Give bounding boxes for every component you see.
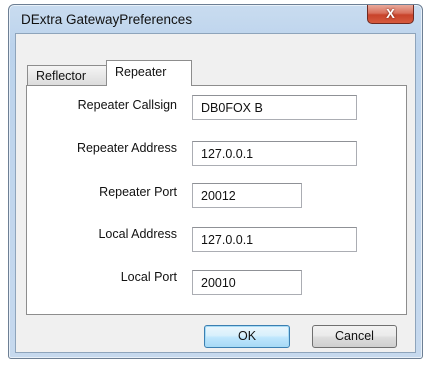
tab-reflector-label: Reflector (36, 69, 87, 83)
repeater-address-label: Repeater Address (76, 141, 177, 155)
cancel-button[interactable]: Cancel (312, 325, 397, 348)
tab-repeater-label: Repeater (115, 65, 167, 79)
local-port-input[interactable] (192, 270, 302, 295)
repeater-port-input[interactable] (192, 183, 302, 208)
tab-reflector[interactable]: Reflector (27, 65, 107, 85)
window-title: DExtra GatewayPreferences (21, 12, 193, 27)
local-port-label: Local Port (120, 270, 177, 284)
close-button[interactable]: X (367, 5, 414, 24)
repeater-port-label: Repeater Port (99, 185, 177, 199)
close-icon: X (386, 6, 395, 21)
repeater-tab-panel: Repeater Callsign Repeater Address Repea… (26, 85, 407, 315)
preferences-dialog: DExtra GatewayPreferences X Reflector Re… (8, 4, 423, 359)
dialog-client-area: Reflector Repeater Repeater Callsign Rep… (15, 33, 416, 353)
repeater-address-input[interactable] (192, 141, 357, 166)
local-address-input[interactable] (192, 227, 357, 252)
title-bar[interactable]: DExtra GatewayPreferences X (9, 5, 422, 33)
ok-button[interactable]: OK (204, 325, 290, 348)
repeater-callsign-label: Repeater Callsign (77, 98, 177, 112)
repeater-callsign-input[interactable] (192, 95, 357, 120)
tab-repeater[interactable]: Repeater (106, 60, 192, 86)
local-address-label: Local Address (98, 227, 177, 241)
